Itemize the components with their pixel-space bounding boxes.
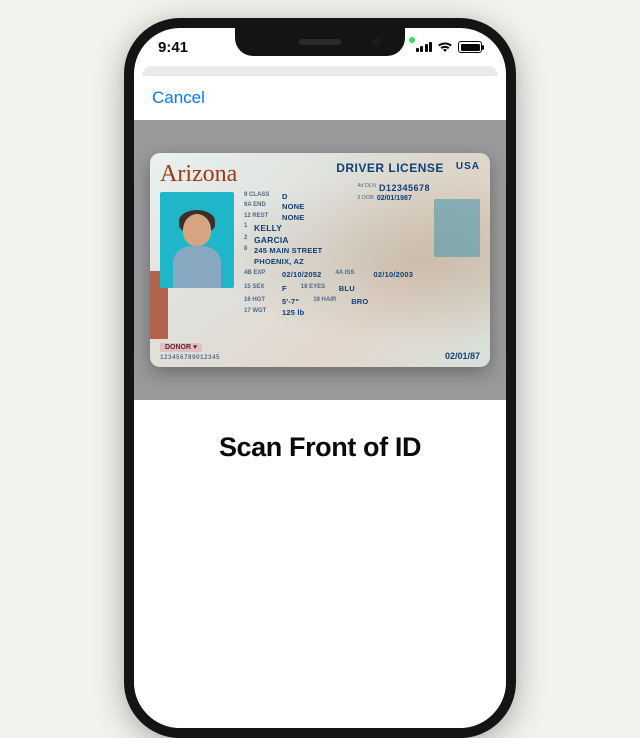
exp-value: 02/10/2052 <box>282 270 322 279</box>
camera-indicator-dot <box>409 37 415 43</box>
id-details: 9 CLASSD 9a ENDNONE 12 RESTNONE 1KELLY 2… <box>244 192 480 317</box>
dob-large: 02/01/87 <box>445 351 480 361</box>
hgt-label: 16 HGT <box>244 297 278 306</box>
card-doc-type: DRIVER LICENSE <box>336 161 444 175</box>
hgt-value: 5'-7" <box>282 297 299 306</box>
exp-label: 4b EXP <box>244 270 278 279</box>
hair-value: BRO <box>351 297 368 306</box>
cancel-button[interactable]: Cancel <box>152 88 205 108</box>
address-line2: PHOENIX, AZ <box>254 257 304 266</box>
end-label: 9a END <box>244 202 278 211</box>
surname: KELLY <box>254 223 282 233</box>
end-value: NONE <box>282 202 304 211</box>
hair-label: 19 HAIR <box>313 297 347 306</box>
eyes-value: BLU <box>339 284 355 293</box>
sex-label: 15 SEX <box>244 284 278 293</box>
address-line1: 245 MAIN STREET <box>254 246 322 255</box>
front-camera <box>372 38 381 47</box>
status-time: 9:41 <box>158 39 188 56</box>
rest-label: 12 REST <box>244 213 278 222</box>
card-country: USA <box>456 161 480 172</box>
sheet-header: Cancel <box>134 76 506 120</box>
donor-badge: DONOR ♥ <box>160 343 202 352</box>
cellular-icon <box>416 42 433 52</box>
wgt-value: 125 lb <box>282 308 304 317</box>
given-name: GARCIA <box>254 235 289 245</box>
iss-label: 4a ISS <box>336 270 370 279</box>
status-right <box>416 41 483 53</box>
wgt-label: 17 WGT <box>244 308 278 317</box>
scan-instruction: Scan Front of ID <box>134 400 506 463</box>
wifi-icon <box>437 41 453 53</box>
modal-sheet: Cancel Arizona DRIVER LICENSE USA 4d DLN… <box>134 76 506 728</box>
speaker-grille <box>299 39 341 45</box>
id-photo <box>160 192 234 288</box>
rest-value: NONE <box>282 213 304 222</box>
battery-icon <box>458 41 482 53</box>
barcode-text: 123456789012345 <box>160 354 220 361</box>
class-label: 9 CLASS <box>244 192 278 201</box>
screen: 9:41 Cancel Arizona <box>134 28 506 728</box>
person-icon <box>169 208 225 288</box>
sex-value: F <box>282 284 287 293</box>
iss-value: 02/10/2003 <box>374 270 414 279</box>
notch <box>235 28 405 56</box>
class-value: D <box>282 192 288 201</box>
iphone-frame: 9:41 Cancel Arizona <box>124 18 516 738</box>
eyes-label: 18 EYES <box>301 284 335 293</box>
card-state: Arizona <box>160 161 237 188</box>
scan-preview-area[interactable]: Arizona DRIVER LICENSE USA 4d DLND123456… <box>134 120 506 400</box>
id-card: Arizona DRIVER LICENSE USA 4d DLND123456… <box>150 153 490 367</box>
